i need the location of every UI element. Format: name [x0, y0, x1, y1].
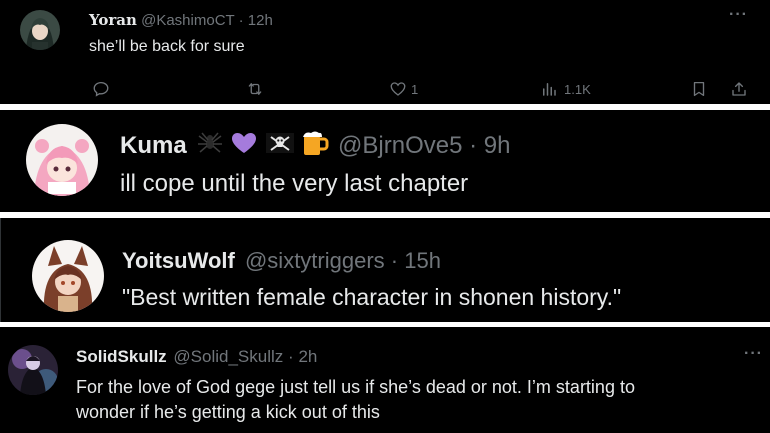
like-button[interactable]: 1 — [389, 80, 418, 98]
reply-icon — [93, 81, 109, 97]
share-icon — [732, 82, 746, 96]
views-button[interactable]: 1.1K — [540, 80, 591, 98]
timestamp[interactable]: 12h — [248, 12, 273, 29]
bookmark-button[interactable] — [690, 80, 708, 98]
tweet-text: she’ll be back for sure — [89, 38, 245, 55]
timestamp[interactable]: 15h — [404, 248, 441, 273]
user-avatar-dark-figure-icon — [8, 345, 58, 395]
avatar[interactable] — [8, 345, 58, 395]
separator: · — [469, 131, 478, 159]
timestamp[interactable]: 9h — [484, 132, 511, 159]
views-count: 1.1K — [564, 81, 591, 97]
handle[interactable]: @BjrnOve5 — [338, 132, 462, 159]
tweet-text-line-2: wonder if he’s getting a kick out of thi… — [76, 402, 380, 422]
avatar[interactable] — [20, 10, 60, 50]
like-count: 1 — [411, 81, 419, 97]
more-horizontal-icon[interactable]: ··· — [744, 345, 763, 363]
left-border — [0, 218, 1, 322]
purple-heart-icon — [230, 131, 258, 162]
tweet-yoran[interactable]: Yoran @KashimoCT · 12h ··· she’ll be bac… — [0, 0, 770, 104]
display-name[interactable]: Yoran — [89, 11, 137, 29]
display-name[interactable]: SolidSkullz — [76, 347, 167, 366]
display-name[interactable]: Kuma — [120, 132, 187, 159]
user-avatar-wolf-girl-icon — [32, 240, 104, 312]
separator: · — [238, 12, 244, 29]
retweet-button[interactable] — [245, 80, 265, 98]
separator: · — [390, 248, 399, 273]
display-name[interactable]: YoitsuWolf — [122, 248, 235, 273]
tweet-yoitsuwolf[interactable]: YoitsuWolf @sixtytriggers · 15h "Best wr… — [0, 218, 770, 322]
tweet-kuma[interactable]: Kuma @BjrnOve5 · 9h ill cope until the v… — [0, 110, 770, 212]
spider-icon — [197, 131, 223, 162]
separator: · — [288, 347, 294, 366]
user-avatar-pink-hair-icon — [26, 124, 98, 196]
avatar[interactable] — [32, 240, 104, 312]
avatar[interactable] — [26, 124, 98, 196]
bookmark-icon — [693, 81, 705, 97]
views-bar-chart-icon — [543, 83, 556, 96]
skull-crossbones-flag-icon — [265, 131, 295, 162]
share-button[interactable] — [730, 80, 748, 98]
handle[interactable]: @KashimoCT — [141, 12, 234, 29]
tweet-text: ill cope until the very last chapter — [120, 170, 469, 197]
beer-mug-icon — [301, 130, 329, 163]
tweet-text: "Best written female character in shonen… — [122, 284, 622, 310]
reply-button[interactable] — [92, 80, 110, 98]
handle[interactable]: @Solid_Skullz — [173, 347, 283, 366]
tweet-text-line-1: For the love of God gege just tell us if… — [76, 377, 635, 397]
more-horizontal-icon[interactable]: ··· — [729, 6, 748, 24]
handle[interactable]: @sixtytriggers — [245, 248, 385, 273]
timestamp[interactable]: 2h — [298, 347, 317, 366]
heart-icon — [390, 82, 406, 96]
user-avatar-green-hair-icon — [20, 10, 60, 50]
tweet-solidskullz[interactable]: SolidSkullz @Solid_Skullz · 2h ··· For t… — [0, 327, 770, 433]
retweet-icon — [248, 83, 262, 95]
